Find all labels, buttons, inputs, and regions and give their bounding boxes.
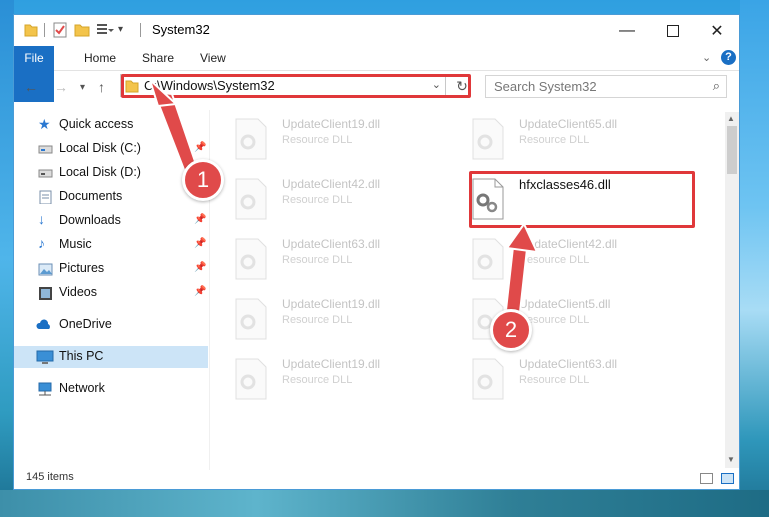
annotation-arrows xyxy=(147,76,539,314)
arrow-1-head-icon xyxy=(147,76,179,108)
arrow-2-head-icon xyxy=(505,222,539,254)
callout-2: 2 xyxy=(490,309,532,351)
callout-1: 1 xyxy=(182,159,224,201)
